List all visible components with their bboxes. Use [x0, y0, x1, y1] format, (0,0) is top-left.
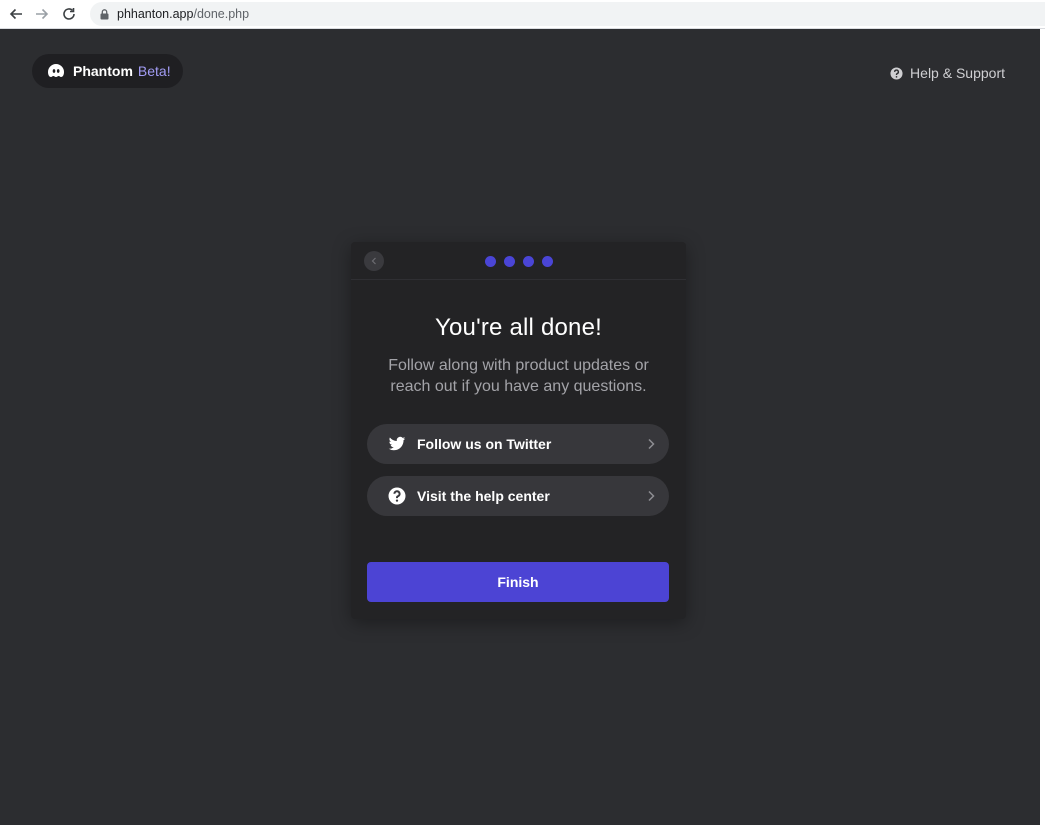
phantom-ghost-icon	[46, 61, 66, 81]
chevron-left-icon	[371, 257, 376, 265]
follow-twitter-button[interactable]: Follow us on Twitter	[367, 424, 669, 464]
question-icon	[388, 487, 406, 505]
finish-button[interactable]: Finish	[367, 562, 669, 602]
page-background: Phantom Beta! Help & Support You're all …	[0, 29, 1040, 825]
chevron-right-icon	[647, 438, 655, 450]
modal-title: You're all done!	[434, 314, 603, 341]
step-dot	[523, 256, 534, 267]
step-indicator	[485, 256, 553, 267]
url-path: /done.php	[193, 7, 250, 21]
reload-icon[interactable]	[58, 4, 80, 24]
browser-toolbar: phhanton.app/done.php	[0, 0, 1045, 29]
modal-subtitle: Follow along with product updates or rea…	[388, 357, 649, 395]
step-dot	[504, 256, 515, 267]
chevron-right-icon	[647, 490, 655, 502]
back-arrow-icon[interactable]	[5, 4, 27, 24]
step-dot	[485, 256, 496, 267]
modal-back-button[interactable]	[364, 251, 384, 271]
modal-header	[351, 242, 686, 280]
help-support-link[interactable]: Help & Support	[890, 65, 1005, 81]
visit-help-center-label: Visit the help center	[417, 488, 550, 504]
page-edge	[1040, 29, 1045, 825]
url-host: phhanton.app	[117, 7, 194, 21]
address-bar[interactable]: phhanton.app/done.php	[90, 2, 1045, 26]
visit-help-center-button[interactable]: Visit the help center	[367, 476, 669, 516]
forward-arrow-icon[interactable]	[31, 4, 53, 24]
onboarding-modal: You're all done! Follow along with produ…	[351, 242, 686, 619]
question-circle-icon	[890, 66, 903, 80]
beta-tag: Beta!	[137, 63, 171, 79]
brand-name: Phantom	[73, 63, 133, 79]
lock-icon	[100, 8, 109, 20]
brand-pill[interactable]: Phantom Beta!	[32, 54, 183, 88]
step-dot	[542, 256, 553, 267]
twitter-icon	[388, 435, 406, 453]
help-support-label: Help & Support	[910, 65, 1005, 81]
follow-twitter-label: Follow us on Twitter	[417, 436, 552, 452]
